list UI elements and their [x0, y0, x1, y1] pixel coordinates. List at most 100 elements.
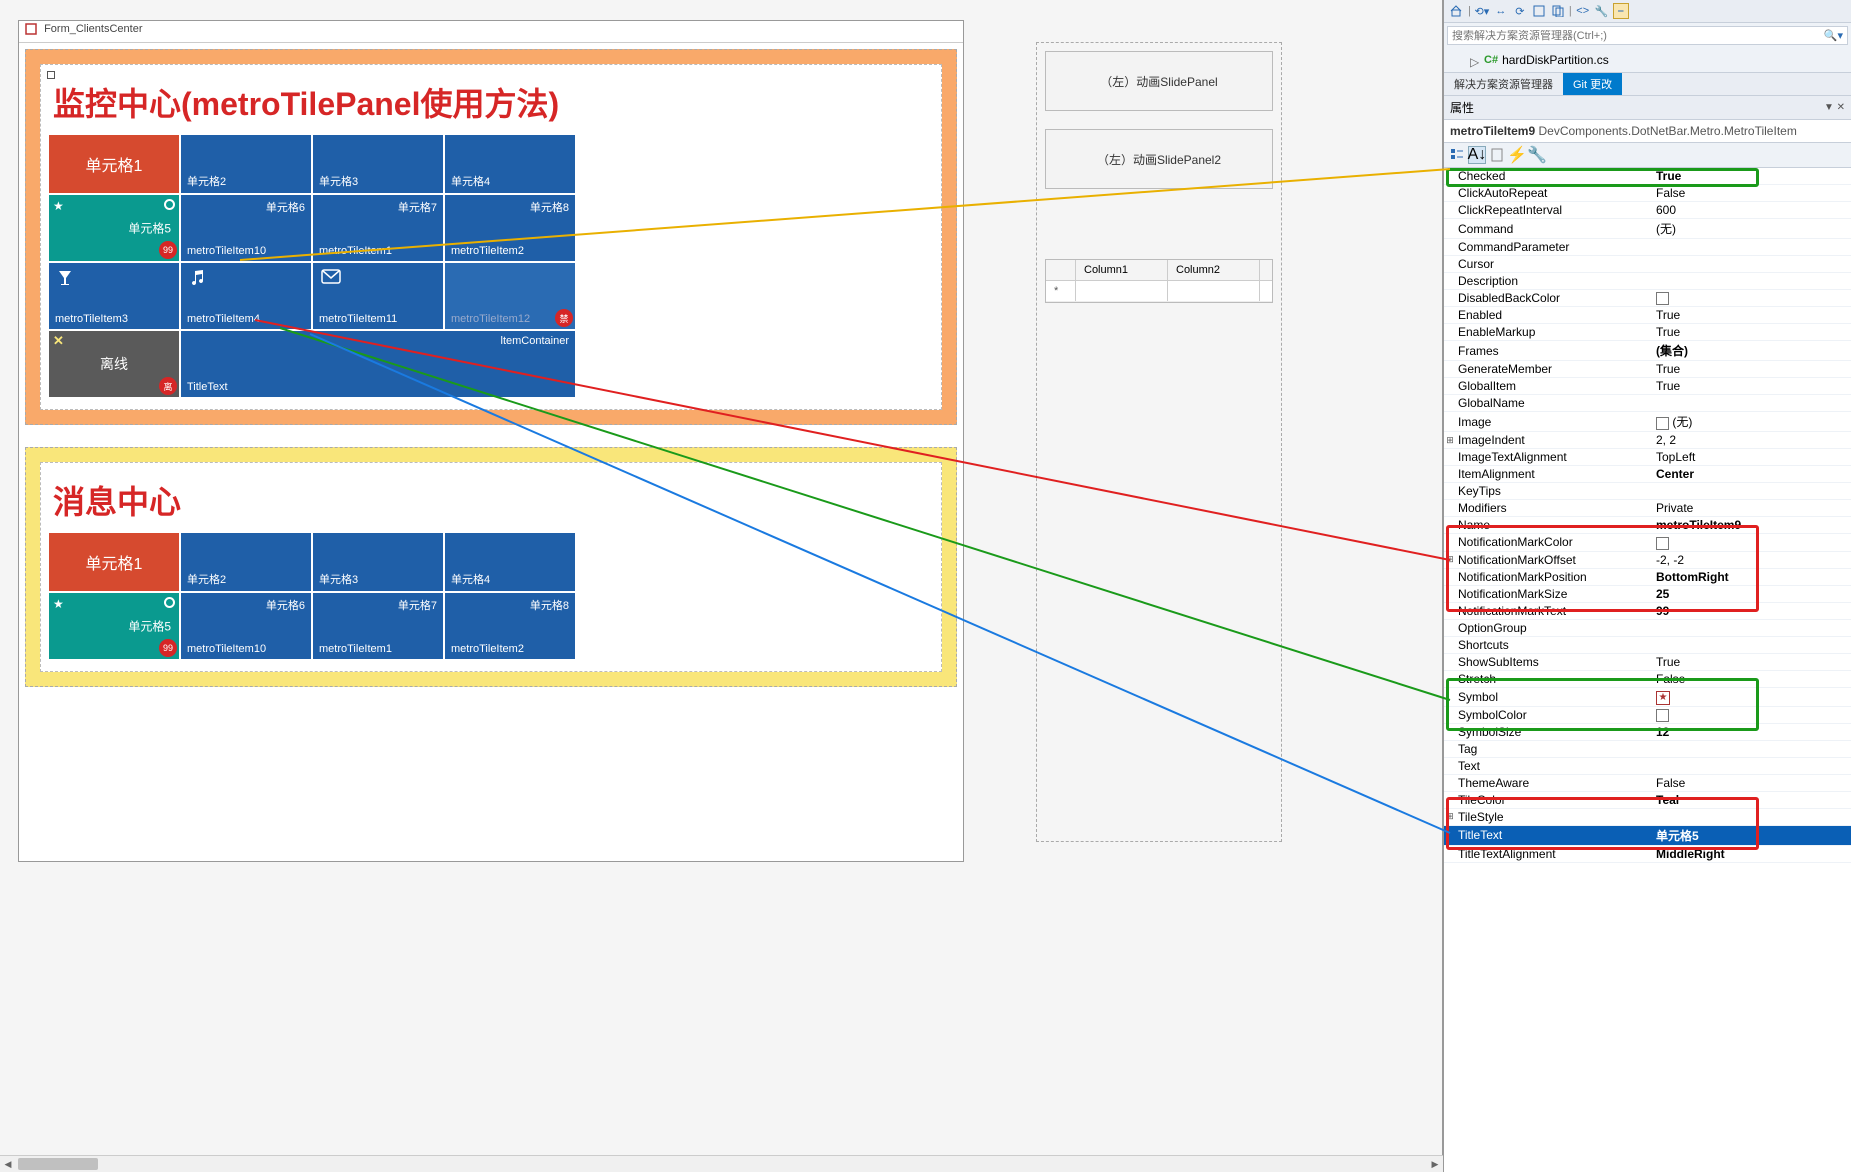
property-value[interactable]: 2, 2 — [1652, 432, 1851, 448]
expand-icon[interactable]: ⊞ — [1444, 811, 1456, 822]
property-row[interactable]: CheckedTrue — [1444, 168, 1851, 185]
metro-tile[interactable]: 单元格2 — [181, 135, 311, 193]
property-row[interactable]: CommandParameter — [1444, 239, 1851, 256]
property-row[interactable]: ClickRepeatInterval600 — [1444, 202, 1851, 219]
property-value[interactable] — [1652, 402, 1851, 404]
tree-item[interactable]: ▷ C# hardDiskPartition.cs — [1450, 52, 1845, 68]
properties-icon[interactable]: 🔧 — [1594, 3, 1610, 19]
refresh-icon[interactable]: ⟳ — [1512, 3, 1528, 19]
expand-icon[interactable]: ⊞ — [1444, 435, 1456, 446]
metro-tile[interactable]: 单元格2 — [181, 533, 311, 591]
alphabetical-icon[interactable]: A↓ — [1468, 146, 1486, 164]
property-value[interactable] — [1652, 627, 1851, 629]
collapse-icon[interactable] — [1531, 3, 1547, 19]
property-value[interactable]: False — [1652, 185, 1851, 201]
property-row[interactable]: GlobalName — [1444, 395, 1851, 412]
metro-tile-panel-1[interactable]: 监控中心(metroTilePanel使用方法) 单元格1单元格2单元格3单元格… — [40, 64, 942, 410]
metro-tile[interactable]: 单元格4 — [445, 135, 575, 193]
grid-header-col2[interactable]: Column2 — [1168, 260, 1260, 280]
property-value[interactable] — [1652, 246, 1851, 248]
property-value[interactable]: BottomRight — [1652, 569, 1851, 585]
property-row[interactable]: Tag — [1444, 741, 1851, 758]
scroll-thumb[interactable] — [18, 1158, 98, 1170]
metro-tile[interactable]: metroTileItem4 — [181, 263, 311, 329]
metro-tile[interactable]: metroTileItem11 — [313, 263, 443, 329]
property-value[interactable]: 600 — [1652, 202, 1851, 218]
property-value[interactable]: 25 — [1652, 586, 1851, 602]
property-value[interactable] — [1652, 263, 1851, 265]
property-value[interactable] — [1652, 707, 1851, 723]
metro-tile[interactable]: 单元格8metroTileItem2 — [445, 593, 575, 659]
property-row[interactable]: Shortcuts — [1444, 637, 1851, 654]
resize-handle[interactable] — [47, 71, 55, 79]
property-row[interactable]: Frames(集合) — [1444, 341, 1851, 361]
slide-panel-button-2[interactable]: （左）动画SlidePanel2 — [1045, 129, 1273, 189]
metro-tile[interactable]: ★单元格599 — [49, 593, 179, 659]
metro-tile[interactable]: 单元格8metroTileItem2 — [445, 195, 575, 261]
metro-tile[interactable]: 单元格3 — [313, 533, 443, 591]
metro-tile[interactable]: 单元格1 — [49, 533, 179, 591]
grid-header-col1[interactable]: Column1 — [1076, 260, 1168, 280]
metro-tile-panel-2[interactable]: 消息中心 单元格1单元格2单元格3单元格4★单元格599单元格6metroTil… — [40, 462, 942, 672]
slide-panel-outer-1[interactable]: 监控中心(metroTilePanel使用方法) 单元格1单元格2单元格3单元格… — [25, 49, 957, 425]
property-row[interactable]: OptionGroup — [1444, 620, 1851, 637]
metro-tile[interactable]: 单元格7metroTileItem1 — [313, 195, 443, 261]
property-row[interactable]: Command(无) — [1444, 219, 1851, 239]
property-value[interactable]: (集合) — [1652, 341, 1851, 360]
property-value[interactable]: True — [1652, 378, 1851, 394]
property-value[interactable]: Private — [1652, 500, 1851, 516]
metro-tile[interactable]: 单元格6metroTileItem10 — [181, 195, 311, 261]
property-value[interactable]: True — [1652, 307, 1851, 323]
property-row[interactable]: StretchFalse — [1444, 671, 1851, 688]
property-value[interactable] — [1652, 816, 1851, 818]
property-row[interactable]: Cursor — [1444, 256, 1851, 273]
properties-page-icon[interactable] — [1488, 146, 1506, 164]
tab-solution-explorer[interactable]: 解决方案资源管理器 — [1444, 73, 1563, 95]
property-value[interactable]: True — [1652, 654, 1851, 670]
expand-arrow-icon[interactable]: ▷ — [1470, 55, 1480, 65]
property-row[interactable]: GenerateMemberTrue — [1444, 361, 1851, 378]
metro-tile[interactable]: metroTileItem12禁 — [445, 263, 575, 329]
metro-tile[interactable]: 单元格4 — [445, 533, 575, 591]
property-row[interactable]: Symbol★ — [1444, 688, 1851, 707]
categorize-icon[interactable] — [1448, 146, 1466, 164]
property-row[interactable]: ⊞TileStyle — [1444, 809, 1851, 826]
slide-panel-outer-2[interactable]: 消息中心 单元格1单元格2单元格3单元格4★单元格599单元格6metroTil… — [25, 447, 957, 687]
property-value[interactable] — [1652, 644, 1851, 646]
property-value[interactable] — [1652, 748, 1851, 750]
property-row[interactable]: Image (无) — [1444, 412, 1851, 432]
property-row[interactable]: DisabledBackColor — [1444, 290, 1851, 307]
properties-grid[interactable]: CheckedTrueClickAutoRepeatFalseClickRepe… — [1444, 168, 1851, 1172]
property-value[interactable]: True — [1652, 361, 1851, 377]
property-value[interactable]: ★ — [1652, 688, 1851, 706]
property-row[interactable]: NotificationMarkPositionBottomRight — [1444, 569, 1851, 586]
property-value[interactable]: 99 — [1652, 603, 1851, 619]
property-row[interactable]: Text — [1444, 758, 1851, 775]
solution-tree[interactable]: ▷ C# hardDiskPartition.cs — [1444, 48, 1851, 72]
events-icon[interactable]: ⚡ — [1508, 146, 1526, 164]
preview-selected-icon[interactable]: ⎯ — [1613, 3, 1629, 19]
scroll-left-arrow[interactable]: ◀ — [0, 1156, 16, 1172]
designer-surface[interactable]: Form_ClientsCenter 监控中心(metroTilePanel使用… — [0, 0, 1443, 1172]
expand-icon[interactable]: ⊞ — [1444, 554, 1456, 565]
property-row[interactable]: NotificationMarkColor — [1444, 534, 1851, 551]
slide-panel-button-1[interactable]: （左）动画SlidePanel — [1045, 51, 1273, 111]
property-row[interactable]: EnabledTrue — [1444, 307, 1851, 324]
property-row[interactable]: ClickAutoRepeatFalse — [1444, 185, 1851, 202]
property-row[interactable]: KeyTips — [1444, 483, 1851, 500]
property-value[interactable]: Center — [1652, 466, 1851, 482]
property-row[interactable]: ImageTextAlignmentTopLeft — [1444, 449, 1851, 466]
metro-tile[interactable]: 单元格3 — [313, 135, 443, 193]
metro-tile[interactable]: ★单元格599 — [49, 195, 179, 261]
solution-search-input[interactable] — [1452, 30, 1824, 42]
metro-tile[interactable]: 单元格6metroTileItem10 — [181, 593, 311, 659]
property-value[interactable]: Teal — [1652, 792, 1851, 808]
property-value[interactable]: 12 — [1652, 724, 1851, 740]
code-view-icon[interactable]: <> — [1575, 3, 1591, 19]
form-window[interactable]: Form_ClientsCenter 监控中心(metroTilePanel使用… — [18, 20, 964, 862]
horizontal-scrollbar[interactable]: ◀ ▶ — [0, 1155, 1443, 1172]
property-row[interactable]: SymbolColor — [1444, 707, 1851, 724]
property-row[interactable]: ⊞ImageIndent2, 2 — [1444, 432, 1851, 449]
property-value[interactable]: TopLeft — [1652, 449, 1851, 465]
home-icon[interactable] — [1449, 3, 1465, 19]
